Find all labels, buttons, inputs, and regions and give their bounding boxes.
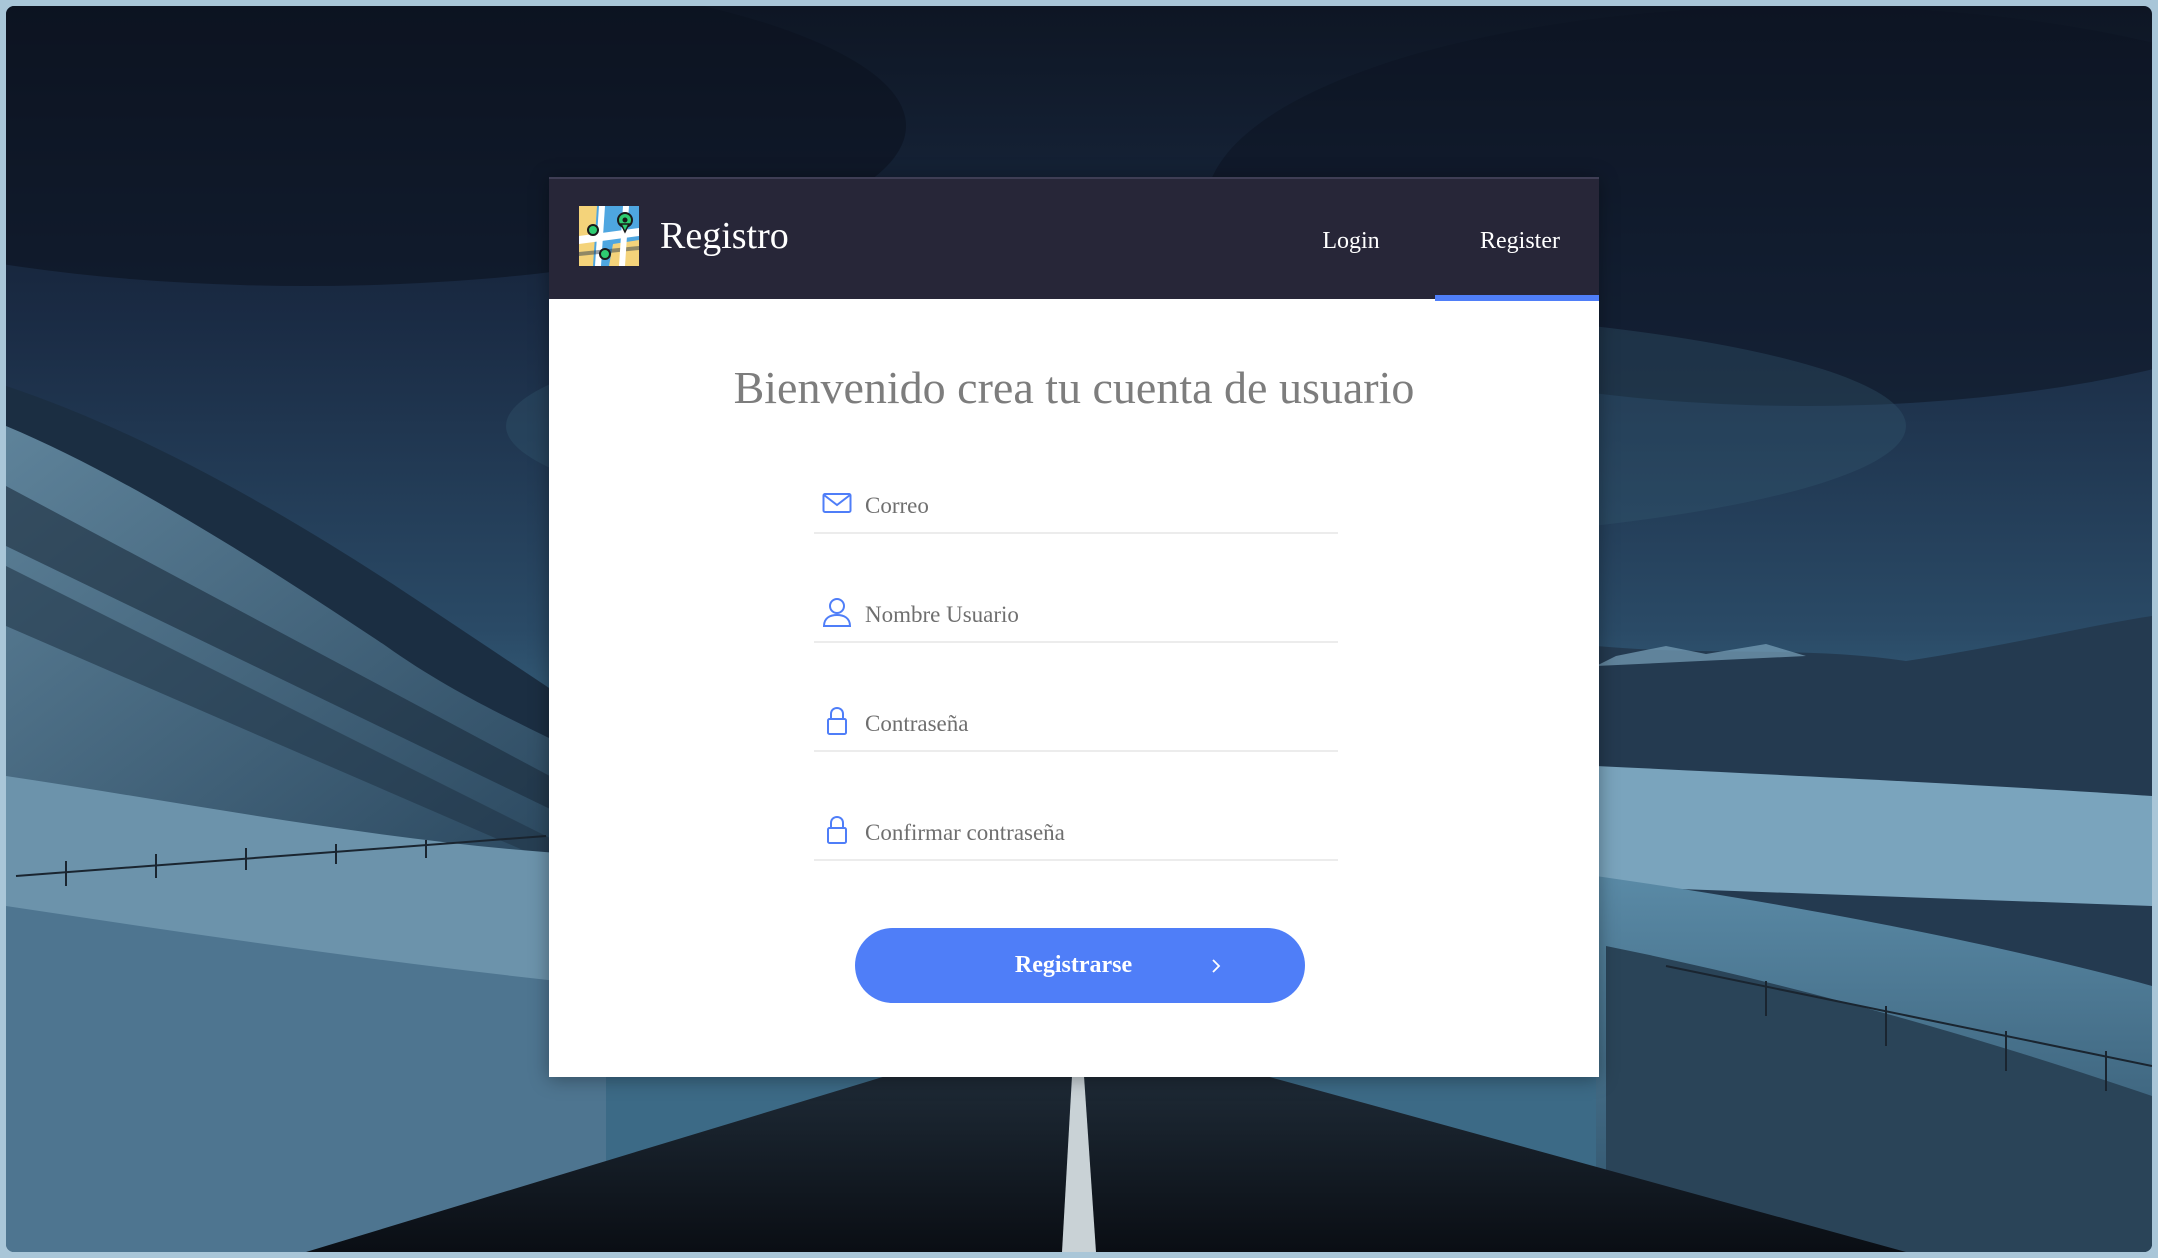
nav-tab-register-label: Register	[1480, 228, 1560, 254]
nav-tab-register[interactable]: Register	[1435, 179, 1605, 301]
user-icon	[822, 598, 852, 627]
lock-icon	[827, 706, 847, 735]
brand-title: Registro	[660, 215, 789, 257]
confirm-password-field	[814, 807, 1338, 861]
lock-icon	[827, 815, 847, 844]
confirm-password-input[interactable]	[865, 815, 1325, 851]
page-title: Bienvenido crea tu cuenta de usuario	[733, 362, 1415, 413]
password-field	[814, 698, 1338, 752]
register-submit-label: Registrarse	[1014, 952, 1133, 978]
register-card: Registro Login Register Bienvenido crea …	[549, 177, 1599, 1077]
email-field	[814, 480, 1338, 534]
username-input[interactable]	[865, 597, 1325, 633]
envelope-icon	[822, 493, 852, 513]
email-input[interactable]	[865, 488, 1325, 524]
password-input[interactable]	[865, 706, 1325, 742]
nav-tab-login-label: Login	[1322, 228, 1380, 254]
username-field	[814, 589, 1338, 643]
map-logo-icon	[579, 206, 639, 266]
card-header: Registro Login Register	[549, 177, 1599, 301]
chevron-right-icon	[1212, 959, 1221, 973]
nav-tab-login[interactable]: Login	[1301, 179, 1401, 299]
register-submit-button[interactable]: Registrarse	[855, 928, 1305, 1003]
